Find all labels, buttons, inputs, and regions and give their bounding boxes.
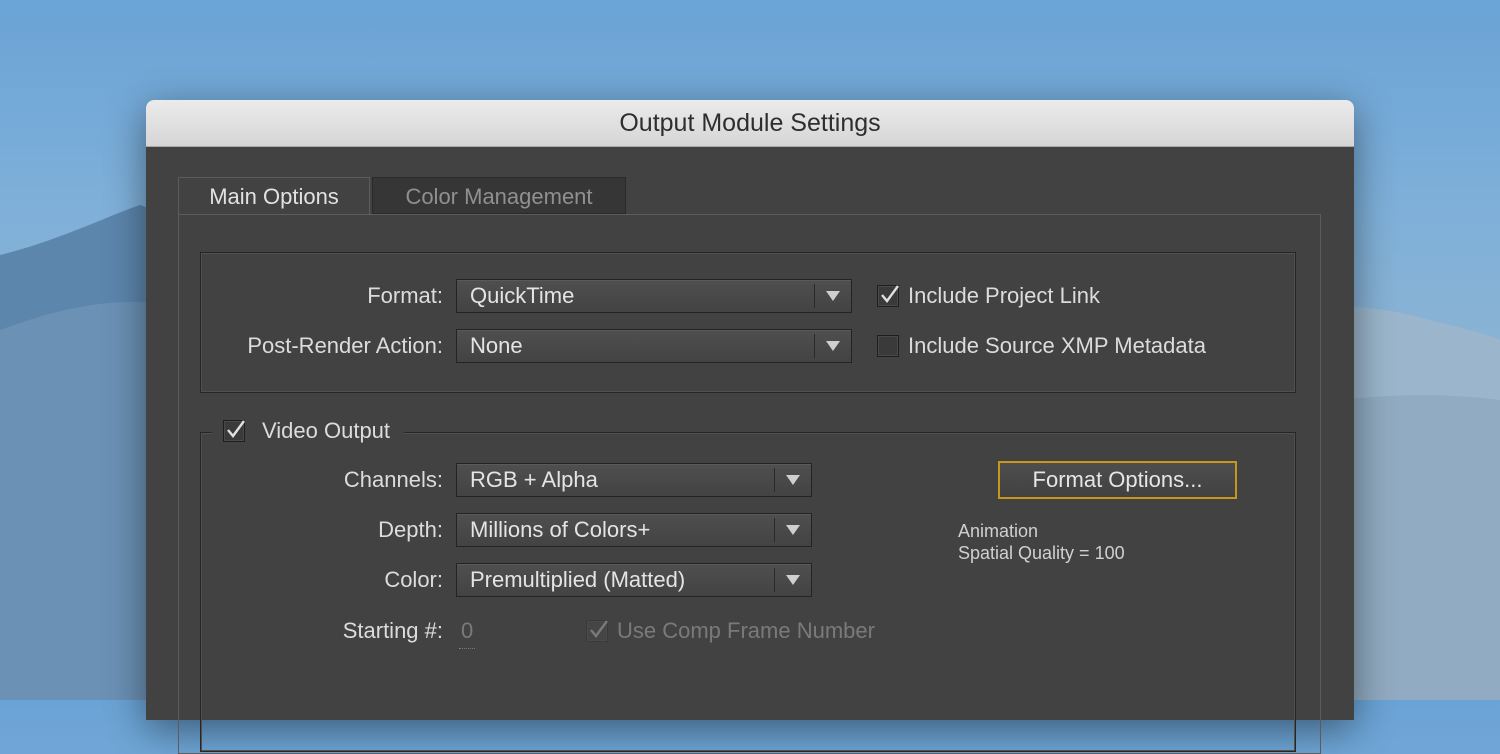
depth-dropdown[interactable]: Millions of Colors+ [456, 513, 812, 547]
checkmark-icon [881, 285, 899, 303]
channels-value: RGB + Alpha [470, 467, 598, 492]
include-project-link-checkbox[interactable] [877, 285, 899, 307]
include-xmp-label[interactable]: Include Source XMP Metadata [908, 329, 1206, 363]
video-output-label[interactable]: Video Output [262, 414, 390, 448]
tab-color-management[interactable]: Color Management [372, 177, 626, 214]
use-comp-frame-label[interactable]: Use Comp Frame Number [617, 614, 875, 648]
post-render-value: None [470, 333, 523, 358]
chevron-down-icon [774, 518, 811, 542]
format-dropdown[interactable]: QuickTime [456, 279, 852, 313]
post-render-label: Post-Render Action: [247, 333, 443, 358]
post-render-dropdown[interactable]: None [456, 329, 852, 363]
format-info-codec: Animation [958, 521, 1039, 541]
format-label: Format: [367, 283, 443, 308]
channels-dropdown[interactable]: RGB + Alpha [456, 463, 812, 497]
format-info-quality: Spatial Quality = 100 [958, 543, 1125, 563]
chevron-down-icon [774, 468, 811, 492]
chevron-down-icon [774, 568, 811, 592]
color-dropdown[interactable]: Premultiplied (Matted) [456, 563, 812, 597]
channels-label: Channels: [343, 467, 443, 492]
starting-number-label: Starting #: [342, 618, 443, 643]
depth-value: Millions of Colors+ [470, 517, 651, 542]
include-xmp-checkbox[interactable] [877, 335, 899, 357]
format-options-button[interactable]: Format Options... [998, 461, 1237, 499]
format-group [200, 252, 1296, 393]
video-output-legend: Video Output [212, 414, 405, 448]
tab-main-options[interactable]: Main Options [178, 177, 370, 214]
include-project-link-label[interactable]: Include Project Link [908, 279, 1100, 313]
checkmark-icon [227, 420, 245, 438]
starting-number-field[interactable]: 0 [459, 614, 476, 649]
checkmark-icon [590, 620, 608, 638]
color-label: Color: [384, 567, 443, 592]
video-output-checkbox[interactable] [223, 420, 245, 442]
depth-label: Depth: [378, 517, 443, 542]
format-value: QuickTime [470, 283, 575, 308]
chevron-down-icon [814, 284, 851, 308]
color-value: Premultiplied (Matted) [470, 567, 686, 592]
chevron-down-icon [814, 334, 851, 358]
use-comp-frame-checkbox[interactable] [586, 620, 608, 642]
